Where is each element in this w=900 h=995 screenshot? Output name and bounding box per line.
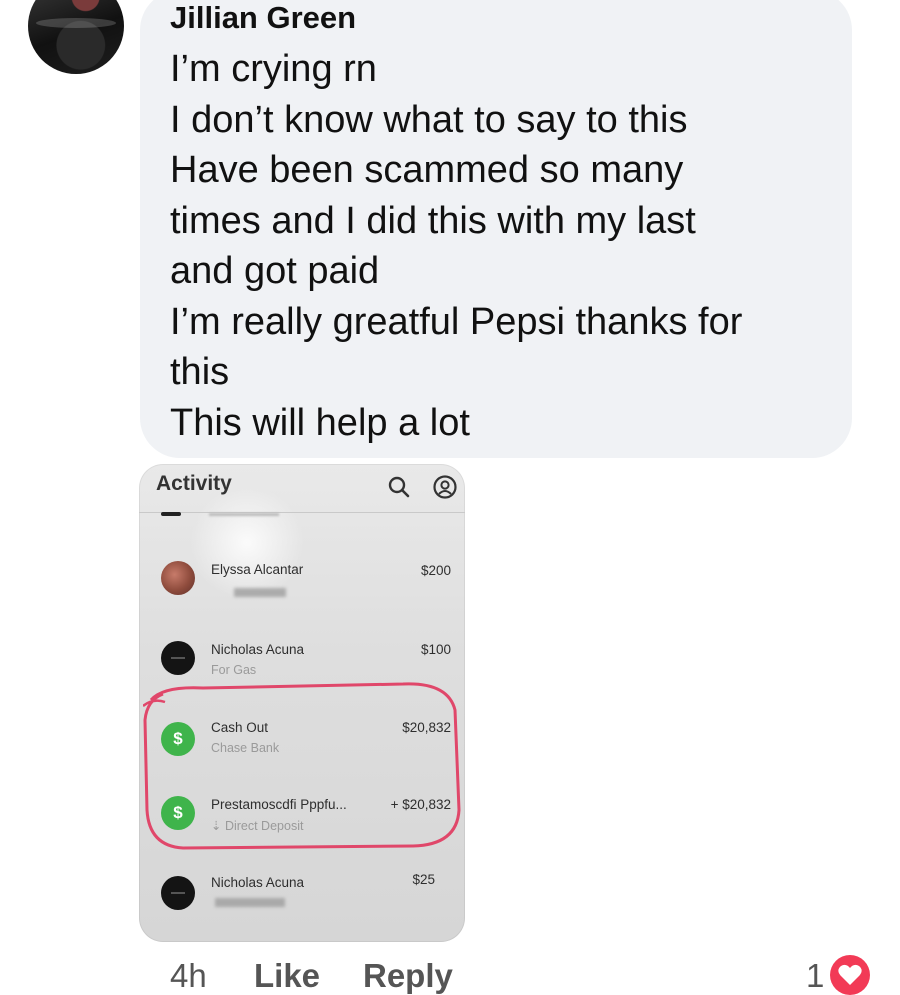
transaction-amount: $25: [412, 872, 435, 887]
transaction-amount: + $20,832: [390, 797, 451, 812]
comment-text: I’m crying rn I don’t know what to say t…: [170, 44, 830, 448]
transaction-name: Nicholas Acuna: [211, 875, 305, 890]
transaction-name: Elyssa Alcantar: [211, 562, 304, 577]
blurred-note: [234, 588, 286, 597]
cut-off-row-avatar: [161, 512, 181, 516]
reaction-count[interactable]: 1: [806, 957, 824, 995]
author-avatar[interactable]: [28, 0, 124, 74]
like-button[interactable]: Like: [254, 957, 320, 995]
transaction-amount: $200: [420, 563, 451, 578]
transaction-note: For Gas: [211, 663, 257, 677]
author-name[interactable]: Jillian Green: [170, 0, 356, 36]
comment-line: I’m crying rn: [170, 48, 377, 90]
transaction-note: ⇣ Direct Deposit: [211, 819, 304, 833]
dollar-icon: $: [161, 796, 195, 830]
transaction-name: Prestamoscdfi Pppfu...: [211, 797, 347, 812]
comment-line: Have been scammed so many: [170, 149, 684, 191]
activity-title: Activity: [156, 472, 232, 495]
dollar-icon: $: [161, 722, 195, 756]
transaction-amount: $20,832: [402, 720, 451, 735]
transaction-avatar: [161, 876, 195, 910]
cut-off-row-text: [209, 513, 279, 516]
comment-line: I don’t know what to say to this: [170, 98, 688, 141]
transaction-name: Nicholas Acuna: [211, 642, 305, 657]
search-icon: [388, 476, 410, 498]
timestamp[interactable]: 4h: [170, 957, 207, 995]
comment-line: this: [170, 351, 230, 393]
blurred-note: [215, 898, 285, 907]
comment-line: This will help a lot: [170, 401, 470, 444]
transaction-note: Chase Bank: [211, 741, 280, 755]
comment-line: times and I did this with my last: [170, 199, 696, 242]
transaction-avatar: [161, 561, 195, 595]
comment-line: and got paid: [170, 250, 380, 292]
heart-icon[interactable]: [830, 955, 870, 995]
comment-actions: 4h Like Reply 1: [0, 955, 900, 995]
heart-glyph-icon: [838, 964, 862, 985]
transaction-avatar: [161, 641, 195, 675]
profile-icon: [433, 475, 457, 499]
transaction-name: Cash Out: [211, 720, 269, 735]
activity-header: Activity: [139, 464, 465, 513]
reply-button[interactable]: Reply: [363, 957, 453, 995]
transaction-amount: $100: [420, 642, 451, 657]
attached-photo[interactable]: Activity Elyssa Alcantar $200 Nicholas A…: [139, 464, 465, 942]
comment-line: I’m really greatful Pepsi thanks for: [170, 300, 743, 343]
